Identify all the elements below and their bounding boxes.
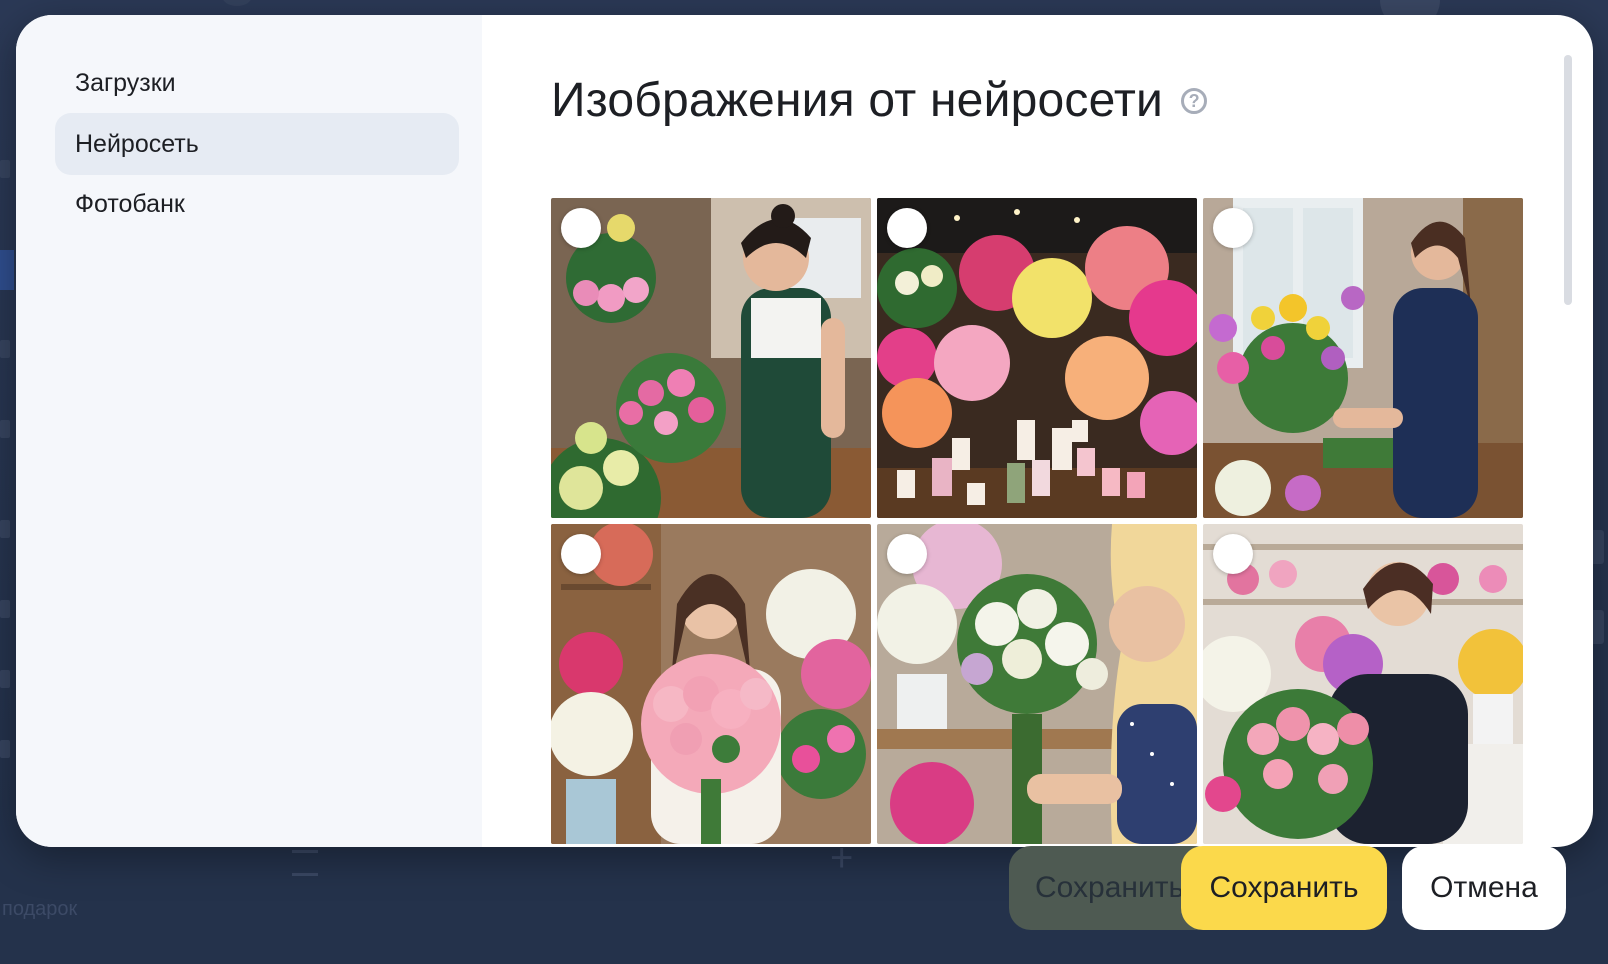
sidebar-item-neural-network[interactable]: Нейросеть	[55, 113, 459, 175]
image-florist-yellow-bouquet	[1203, 198, 1523, 518]
sidebar: Загрузки Нейросеть Фотобанк	[16, 15, 482, 847]
select-checkbox[interactable]	[887, 534, 927, 574]
select-checkbox[interactable]	[1213, 208, 1253, 248]
image-flower-shop-candles	[877, 198, 1197, 518]
main-content: Изображения от нейросети ?	[482, 15, 1593, 847]
scrollbar[interactable]	[1564, 55, 1572, 305]
select-checkbox[interactable]	[561, 534, 601, 574]
image-tile[interactable]	[877, 198, 1197, 518]
select-checkbox[interactable]	[561, 208, 601, 248]
sidebar-item-uploads[interactable]: Загрузки	[55, 52, 459, 114]
background-gift-label: подарок	[2, 898, 78, 920]
background-left-element	[0, 250, 14, 290]
image-picker-modal: Загрузки Нейросеть Фотобанк Изображения …	[16, 15, 1593, 847]
image-tile[interactable]	[1203, 524, 1523, 844]
select-checkbox[interactable]	[887, 208, 927, 248]
image-florist-pink-roses	[1203, 524, 1523, 844]
select-checkbox[interactable]	[1213, 534, 1253, 574]
image-tile[interactable]	[877, 524, 1197, 844]
page-title: Изображения от нейросети	[551, 74, 1164, 127]
image-tile[interactable]	[551, 524, 871, 844]
image-tile[interactable]	[551, 198, 871, 518]
image-woman-pink-gerberas	[551, 524, 871, 844]
cancel-button[interactable]: Отмена	[1402, 846, 1566, 930]
title-row: Изображения от нейросети ?	[551, 73, 1208, 128]
sidebar-item-photobank[interactable]: Фотобанк	[55, 173, 459, 235]
image-woman-white-bouquet	[877, 524, 1197, 844]
image-florist-green-apron	[551, 198, 871, 518]
question-circle-icon[interactable]: ?	[1181, 87, 1208, 114]
image-tile[interactable]	[1203, 198, 1523, 518]
save-button[interactable]: Сохранить	[1181, 846, 1387, 930]
background-catalog-icon	[292, 850, 318, 876]
background-avatar	[222, 0, 252, 6]
